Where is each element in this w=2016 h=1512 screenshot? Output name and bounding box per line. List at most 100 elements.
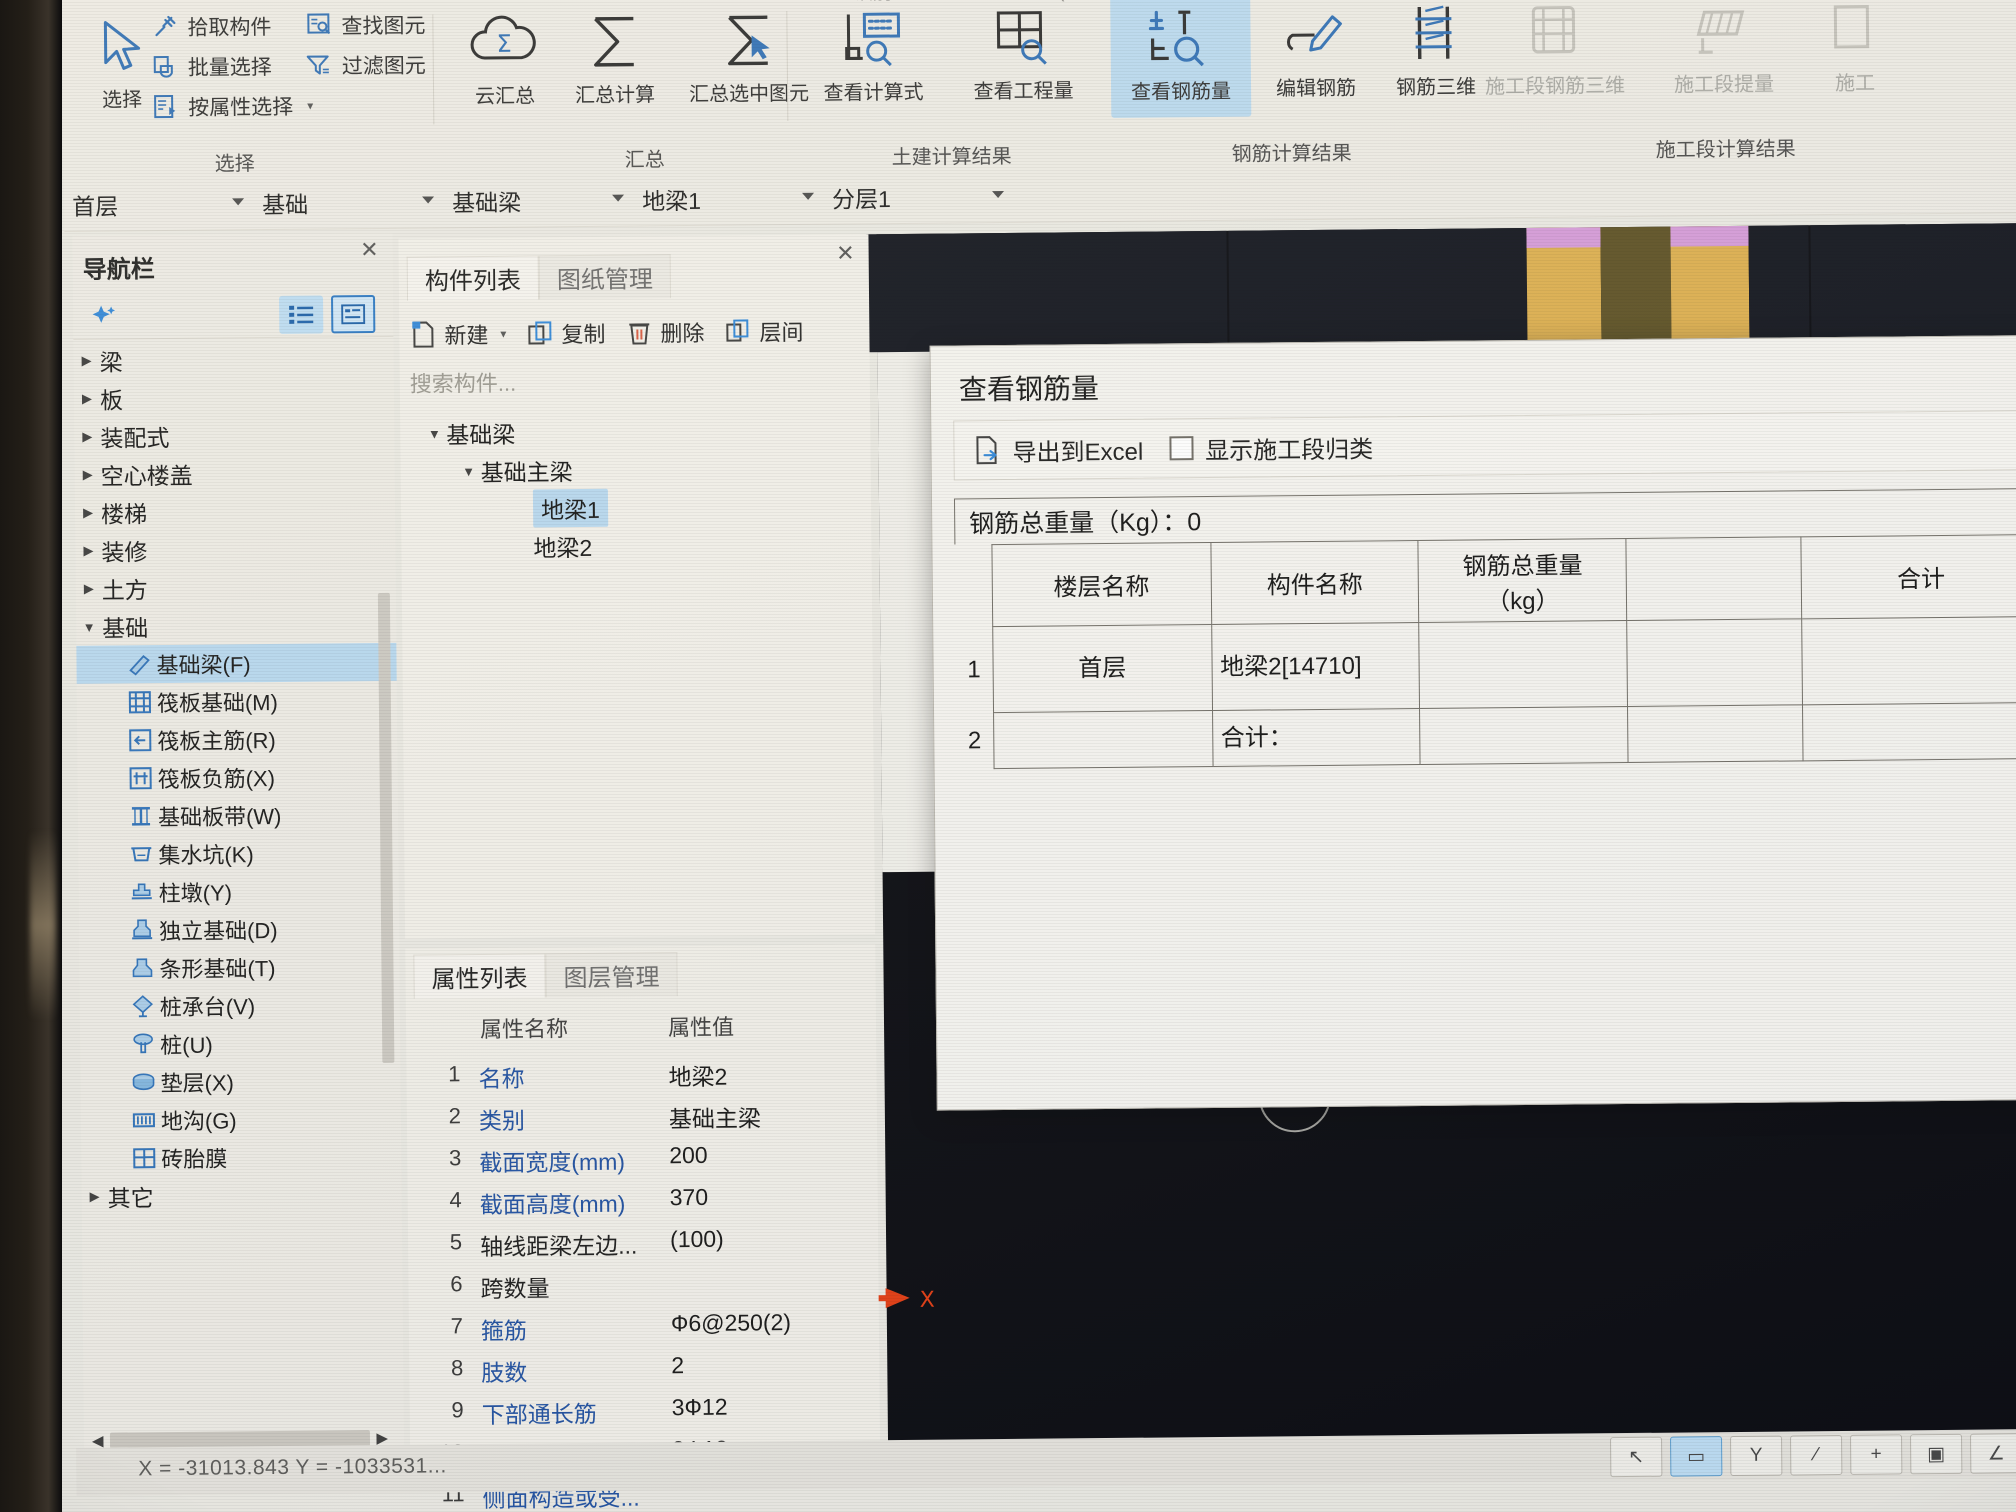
section-quantity-button[interactable]: 施工段提量: [1648, 0, 1799, 98]
sparkle-icon[interactable]: [87, 303, 117, 334]
twisty-icon[interactable]: ▶: [74, 391, 100, 407]
nav-item-垫层(X)[interactable]: 垫层(X): [80, 1061, 400, 1102]
search-component-input[interactable]: 搜索构件...: [410, 362, 860, 406]
property-row[interactable]: 4 截面高度(mm) 370: [407, 1174, 877, 1221]
edit-rebar-button[interactable]: 编辑钢筋: [1256, 0, 1375, 102]
show-section-grouping-checkbox[interactable]: 显示施工段归类: [1169, 429, 1373, 466]
export-to-excel-button[interactable]: 导出到Excel: [972, 431, 1143, 468]
vtool-view-mode[interactable]: ▭: [1670, 1436, 1723, 1477]
pick-component-button[interactable]: 拾取构件: [150, 8, 272, 45]
tab-property-list[interactable]: 属性列表: [413, 953, 546, 999]
property-value[interactable]: Ф6@250(2): [671, 1309, 791, 1337]
nav-item-柱墩(Y)[interactable]: 柱墩(Y): [79, 871, 399, 912]
chevron-down-icon[interactable]: [232, 198, 245, 206]
vtool-measure-y[interactable]: Y: [1730, 1435, 1783, 1477]
nav-item-条形基础(T)[interactable]: 条形基础(T): [79, 947, 399, 988]
nav-item-基础梁(F)[interactable]: 基础梁(F): [76, 642, 397, 684]
view-rebar-quantity-button[interactable]: 查看钢筋量: [1110, 0, 1252, 118]
property-value[interactable]: 200: [669, 1142, 708, 1169]
nav-item-集水坑(K)[interactable]: 集水坑(K): [78, 833, 398, 874]
component-tree-item[interactable]: ▼ 基础梁: [408, 410, 868, 452]
property-row[interactable]: 7 箍筋 Ф6@250(2): [409, 1300, 879, 1347]
close-icon[interactable]: ✕: [836, 240, 855, 266]
summary-calc-button[interactable]: 汇总计算: [558, 4, 671, 108]
property-row[interactable]: 1 名称 地梁2: [406, 1048, 876, 1095]
component-tree-item[interactable]: ▼ 基础主梁: [409, 448, 869, 490]
property-value[interactable]: (100): [670, 1226, 724, 1254]
component-tree-item[interactable]: 地梁2: [409, 524, 869, 566]
twisty-icon[interactable]: ▶: [75, 543, 101, 559]
chevron-down-icon[interactable]: ▾: [500, 327, 506, 341]
delete-component-button[interactable]: 删除: [625, 316, 705, 349]
copy-component-button[interactable]: 复制: [526, 317, 606, 350]
twisty-icon[interactable]: ▶: [76, 581, 102, 597]
filter-element-button[interactable]: 过滤图元: [305, 47, 426, 84]
nav-item-筏板负筋(X)[interactable]: 筏板负筋(X): [77, 757, 397, 798]
nav-group-装修[interactable]: ▶ 装修: [75, 529, 395, 570]
property-row[interactable]: 5 轴线距梁左边... (100): [408, 1216, 878, 1263]
chevron-down-icon[interactable]: [612, 194, 625, 202]
nav-item-桩(U)[interactable]: 桩(U): [80, 1023, 400, 1064]
new-component-button[interactable]: 新建 ▾: [409, 318, 506, 351]
twisty-icon[interactable]: ▶: [82, 1189, 108, 1205]
batch-select-button[interactable]: 批量选择: [151, 48, 272, 85]
property-row[interactable]: 3 截面宽度(mm) 200: [407, 1132, 877, 1179]
cloud-summary-button[interactable]: Σ 云汇总: [448, 5, 561, 109]
nav-group-板[interactable]: ▶ 板: [74, 377, 394, 418]
twisty-icon[interactable]: ▶: [74, 353, 100, 369]
twisty-icon[interactable]: ▶: [75, 505, 101, 521]
property-row[interactable]: 2 类别 基础主梁: [407, 1090, 877, 1137]
nav-item-筏板基础(M)[interactable]: 筏板基础(M): [77, 681, 397, 722]
checkbox-box[interactable]: [1169, 436, 1194, 461]
copy-between-floors-button[interactable]: 层间: [724, 315, 804, 348]
layer-selector[interactable]: 分层1: [832, 175, 1012, 219]
category-selector[interactable]: 基础: [262, 180, 442, 224]
component-tree-item[interactable]: 地梁1: [409, 486, 869, 528]
property-value[interactable]: 2: [671, 1352, 684, 1379]
table-row[interactable]: 1 首层 地梁2[14710]: [955, 616, 2016, 713]
property-value[interactable]: 370: [670, 1184, 709, 1211]
twisty-icon[interactable]: ▼: [457, 464, 481, 479]
chevron-down-icon[interactable]: [422, 196, 435, 204]
nav-group-装配式[interactable]: ▶ 装配式: [74, 415, 394, 456]
vtool-measure-line[interactable]: ∕: [1790, 1434, 1843, 1476]
chevron-down-icon[interactable]: [992, 190, 1005, 199]
property-value[interactable]: 基础主梁: [669, 1099, 761, 1134]
nav-group-土方[interactable]: ▶ 土方: [76, 567, 396, 608]
view-formula-button[interactable]: 查看计算式: [800, 2, 946, 106]
section-rebar-3d-button[interactable]: 施工段钢筋三维: [1464, 0, 1645, 100]
type-selector[interactable]: 基础梁: [452, 179, 632, 223]
nav-group-其它[interactable]: ▶ 其它: [81, 1175, 401, 1216]
nav-group-基础[interactable]: ▼ 基础: [76, 605, 396, 646]
chevron-down-icon[interactable]: ▾: [307, 99, 313, 113]
property-row[interactable]: 6 跨数量: [408, 1258, 878, 1305]
nav-item-地沟(G)[interactable]: 地沟(G): [81, 1099, 401, 1140]
floor-selector[interactable]: 首层: [72, 182, 252, 226]
view-list-button[interactable]: [279, 295, 324, 334]
property-value[interactable]: 地梁2: [668, 1058, 727, 1093]
twisty-icon[interactable]: ▼: [422, 426, 446, 441]
tab-component-list[interactable]: 构件列表: [406, 255, 540, 301]
find-element-button[interactable]: 查找图元: [304, 7, 426, 44]
vtool-add[interactable]: +: [1850, 1434, 1903, 1475]
vtool-fill[interactable]: ▣: [1910, 1433, 1963, 1475]
property-row[interactable]: 9 下部通长筋 3Ф12: [410, 1384, 880, 1431]
property-row[interactable]: 8 肢数 2: [409, 1342, 879, 1389]
nav-item-砖胎膜[interactable]: 砖胎膜: [81, 1137, 401, 1178]
nav-item-桩承台(V)[interactable]: 桩承台(V): [80, 985, 400, 1026]
select-by-property-button[interactable]: 按属性选择 ▾: [151, 88, 313, 126]
property-value[interactable]: 3Ф12: [672, 1394, 728, 1422]
view-quantity-button[interactable]: 查看工程量: [950, 0, 1096, 104]
vtool-pointer[interactable]: ↖: [1610, 1436, 1663, 1478]
component-selector[interactable]: 地梁1: [642, 177, 822, 221]
twisty-icon[interactable]: ▶: [75, 467, 101, 483]
nav-group-空心楼盖[interactable]: ▶ 空心楼盖: [75, 453, 395, 494]
twisty-icon[interactable]: ▶: [74, 429, 100, 445]
twisty-icon[interactable]: ▼: [76, 619, 102, 634]
close-icon[interactable]: ✕: [360, 237, 379, 263]
nav-item-基础板带(W)[interactable]: 基础板带(W): [78, 795, 398, 836]
chevron-down-icon[interactable]: [802, 192, 815, 200]
table-row[interactable]: 2 合计：: [956, 702, 2016, 769]
nav-item-独立基础(D)[interactable]: 独立基础(D): [79, 909, 399, 950]
nav-group-梁[interactable]: ▶ 梁: [73, 339, 393, 380]
